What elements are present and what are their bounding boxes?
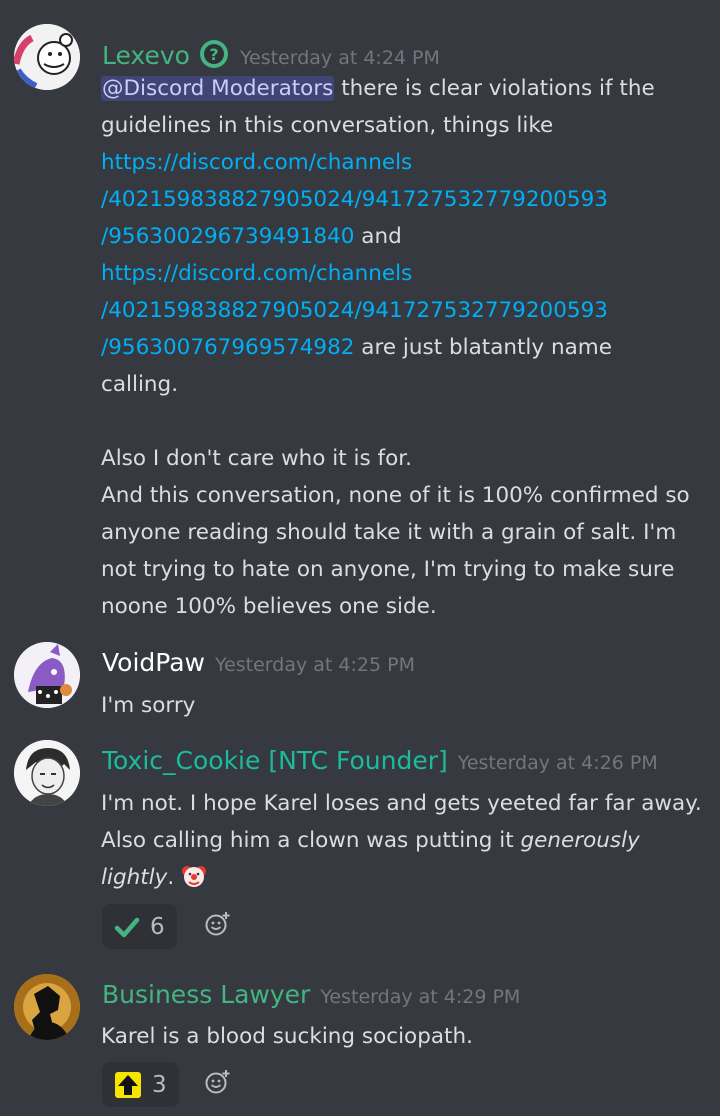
message-text: Also calling him a clown was putting it xyxy=(101,828,521,853)
clown-emoji-icon xyxy=(181,863,207,889)
message-text: calling. xyxy=(101,372,179,397)
check-mark-icon xyxy=(114,915,140,939)
message-link-1[interactable]: /956300296739491840 xyxy=(101,224,354,249)
avatar[interactable] xyxy=(14,24,80,90)
message-text: guidelines in this conversation, things … xyxy=(101,113,554,138)
message-text: anyone reading should take it with a gra… xyxy=(101,520,677,545)
message-header: Business Lawyer Yesterday at 4:29 PM xyxy=(102,980,520,1009)
up-arrow-icon xyxy=(114,1071,142,1099)
message-text: not trying to hate on anyone, I'm trying… xyxy=(101,557,675,582)
message-text: Also I don't care who it is for. xyxy=(101,446,412,471)
message-content: I'm sorry xyxy=(101,687,701,724)
message-text: Karel is a blood sucking sociopath. xyxy=(101,1024,473,1049)
username[interactable]: Lexevo xyxy=(102,41,190,70)
message-text: and xyxy=(354,224,402,249)
message-link-2[interactable]: /402159838827905024/941727532779200593 xyxy=(101,298,608,323)
message-link-1[interactable]: /402159838827905024/941727532779200593 xyxy=(101,187,608,212)
reaction-check[interactable]: 6 xyxy=(102,904,177,949)
message-content: I'm not. I hope Karel loses and gets yee… xyxy=(101,785,702,896)
mention-discord-moderators[interactable]: @Discord Moderators xyxy=(101,76,335,101)
message-text: And this conversation, none of it is 100… xyxy=(101,483,690,508)
message-link-2[interactable]: /956300767969574982 xyxy=(101,335,354,360)
message-header: VoidPaw Yesterday at 4:25 PM xyxy=(102,648,415,677)
message-link-1[interactable]: https://discord.com/channels xyxy=(101,150,412,175)
username[interactable]: VoidPaw xyxy=(102,648,205,677)
reaction-count: 3 xyxy=(152,1071,167,1098)
timestamp[interactable]: Yesterday at 4:24 PM xyxy=(240,47,440,69)
timestamp[interactable]: Yesterday at 4:26 PM xyxy=(458,752,658,774)
reaction-up-arrow[interactable]: 3 xyxy=(102,1062,179,1107)
timestamp[interactable]: Yesterday at 4:25 PM xyxy=(215,654,415,676)
avatar[interactable] xyxy=(14,740,80,806)
timestamp[interactable]: Yesterday at 4:29 PM xyxy=(320,986,520,1008)
add-reaction-icon[interactable] xyxy=(204,1068,232,1096)
message-text: I'm not. I hope Karel loses and gets yee… xyxy=(101,791,702,816)
message-content: @Discord Moderators there is clear viola… xyxy=(101,70,701,625)
message-link-2[interactable]: https://discord.com/channels xyxy=(101,261,412,286)
message-text-italic: lightly xyxy=(101,865,168,890)
username[interactable]: Toxic_Cookie [NTC Founder] xyxy=(102,746,448,775)
username[interactable]: Business Lawyer xyxy=(102,980,310,1009)
avatar[interactable] xyxy=(14,642,80,708)
message-text: I'm sorry xyxy=(101,693,196,718)
message-text: there is clear violations if the xyxy=(334,76,655,101)
message-text: noone 100% believes one side. xyxy=(101,594,437,619)
avatar[interactable] xyxy=(14,974,80,1040)
message-text: are just blatantly name xyxy=(354,335,612,360)
message-text: . xyxy=(167,865,182,890)
reaction-count: 6 xyxy=(150,913,165,940)
message-text-italic: generously xyxy=(520,828,640,853)
message-header: Toxic_Cookie [NTC Founder] Yesterday at … xyxy=(102,746,658,775)
add-reaction-icon[interactable] xyxy=(204,910,232,938)
question-badge-icon[interactable]: ? xyxy=(198,38,230,70)
message-header: Lexevo ? Yesterday at 4:24 PM xyxy=(102,32,440,70)
svg-text:?: ? xyxy=(209,45,218,64)
message-content: Karel is a blood sucking sociopath. xyxy=(101,1018,701,1055)
